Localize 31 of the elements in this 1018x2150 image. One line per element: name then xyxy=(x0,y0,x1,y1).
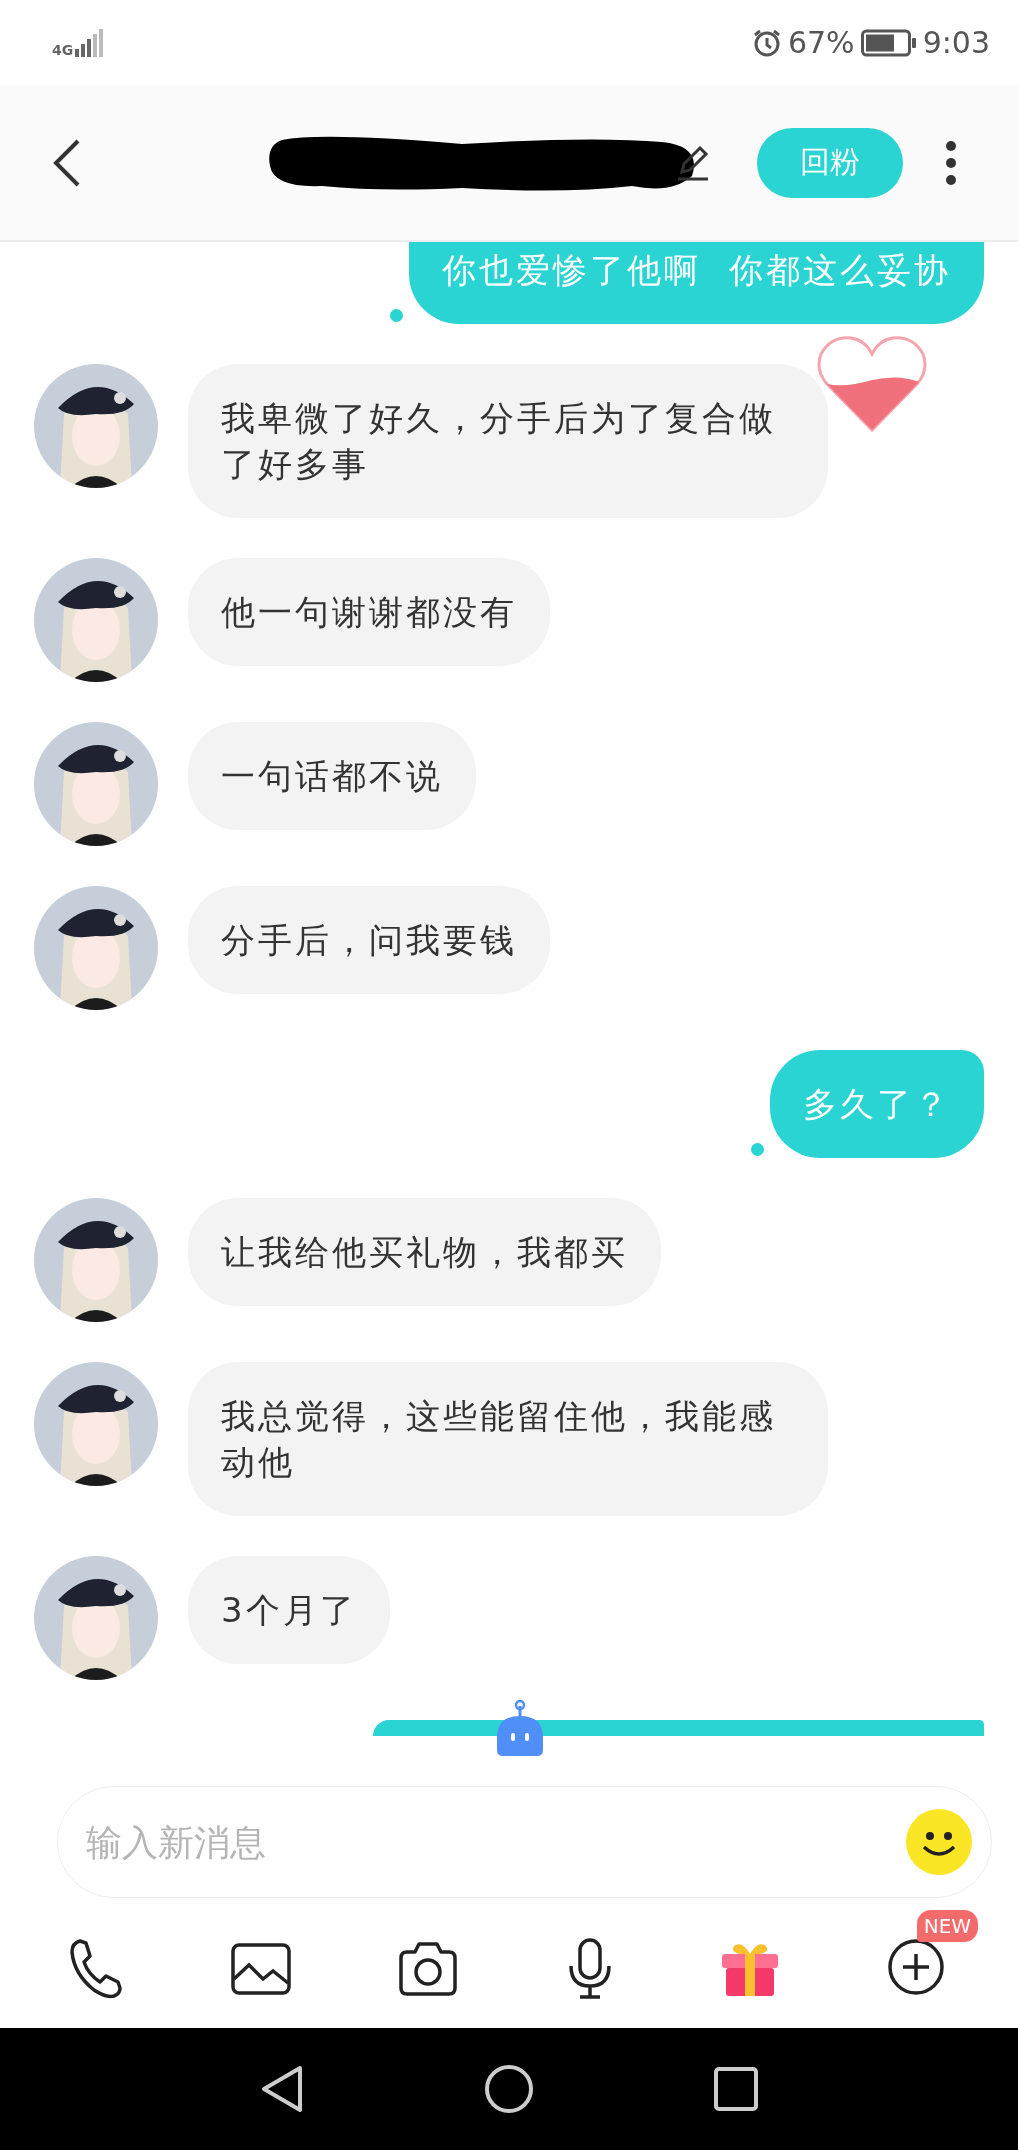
message-bubble: 让我给他买礼物，我都买 xyxy=(188,1198,661,1306)
signal-icon xyxy=(75,28,106,57)
follow-back-button[interactable]: 回粉 xyxy=(757,127,903,198)
image-icon[interactable] xyxy=(230,1943,291,1995)
back-nav-icon[interactable] xyxy=(260,2064,304,2114)
message-bubble: 多久了？ xyxy=(770,1050,984,1158)
message-bubble: 他一句谢谢都没有 xyxy=(188,558,550,666)
camera-icon[interactable] xyxy=(397,1940,460,1998)
message-bubble: 分手后，问我要钱 xyxy=(188,886,550,994)
read-dot xyxy=(751,1143,764,1156)
recents-nav-icon[interactable] xyxy=(714,2067,758,2111)
battery-percent: 67% xyxy=(787,25,855,60)
back-icon[interactable] xyxy=(52,137,82,188)
home-nav-icon[interactable] xyxy=(484,2064,534,2114)
new-badge: NEW xyxy=(916,1910,979,1942)
emoji-icon[interactable] xyxy=(906,1809,972,1875)
message-bubble: 我总觉得，这些能留住他，我能感动他 xyxy=(188,1362,828,1516)
heart-icon xyxy=(815,334,929,434)
clock: 9:03 xyxy=(922,25,990,60)
battery-icon xyxy=(860,28,917,57)
network-type: 4G xyxy=(52,42,74,57)
phone-icon[interactable] xyxy=(68,1938,125,2000)
message-bubble: 你也爱惨了他啊 你都这么妥协 xyxy=(409,242,984,324)
read-dot xyxy=(390,309,404,322)
message-bubble: 一句话都不说 xyxy=(188,722,476,830)
more-icon[interactable] xyxy=(945,139,957,186)
add-icon[interactable] xyxy=(886,1938,945,1996)
message-bubble: 3个月了 xyxy=(188,1556,390,1664)
alarm-icon xyxy=(751,27,782,58)
message-bubble: 我卑微了好久，分手后为了复合做了好多事 xyxy=(188,364,828,518)
message-input[interactable]: 输入新消息 xyxy=(57,1786,992,1898)
